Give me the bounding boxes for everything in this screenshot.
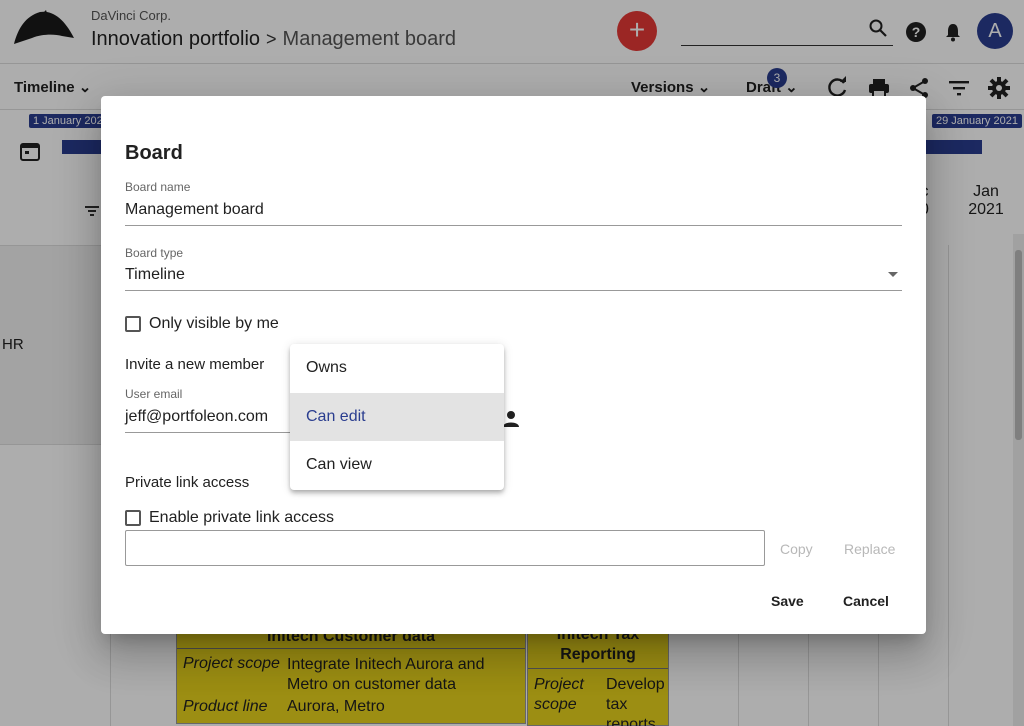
role-dropdown-menu: Owns Can edit Can view xyxy=(290,344,504,490)
only-visible-checkbox[interactable] xyxy=(125,316,141,332)
only-visible-label[interactable]: Only visible by me xyxy=(149,315,279,333)
user-email-underline xyxy=(125,432,295,433)
board-name-input[interactable]: Management board xyxy=(125,201,264,219)
chevron-down-icon[interactable] xyxy=(888,272,898,277)
save-button[interactable]: Save xyxy=(771,593,804,609)
cancel-button[interactable]: Cancel xyxy=(843,593,889,609)
add-person-icon[interactable] xyxy=(501,409,521,429)
private-link-field[interactable] xyxy=(125,530,765,566)
menu-item-can-view[interactable]: Can view xyxy=(290,441,504,489)
board-name-underline xyxy=(125,225,902,226)
board-type-underline xyxy=(125,290,902,291)
menu-item-owns[interactable]: Owns xyxy=(290,344,504,392)
enable-private-link-checkbox[interactable] xyxy=(125,510,141,526)
user-email-label: User email xyxy=(125,387,183,401)
user-email-input[interactable]: jeff@portfoleon.com xyxy=(125,408,268,426)
board-type-label: Board type xyxy=(125,246,184,260)
enable-private-link-label[interactable]: Enable private link access xyxy=(149,509,334,527)
replace-button[interactable]: Replace xyxy=(844,541,895,557)
board-name-label: Board name xyxy=(125,180,191,194)
copy-button[interactable]: Copy xyxy=(780,541,813,557)
dialog-title: Board xyxy=(125,142,183,164)
board-settings-dialog: Board Board name Management board Board … xyxy=(101,96,926,634)
invite-member-heading: Invite a new member xyxy=(125,356,265,373)
board-type-select[interactable]: Timeline xyxy=(125,266,185,284)
menu-item-can-edit[interactable]: Can edit xyxy=(290,393,504,441)
private-link-heading: Private link access xyxy=(125,474,250,491)
